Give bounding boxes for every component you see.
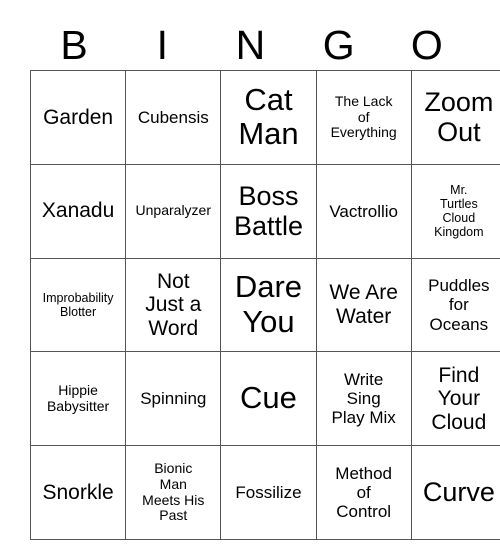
bingo-square[interactable]: Cubensis [125, 70, 222, 165]
bingo-square-label: Curve [422, 477, 495, 508]
bingo-square[interactable]: Zoom Out [410, 70, 500, 165]
bingo-row: Snorkle Bionic Man Meets His Past Fossiliz… [29, 445, 500, 540]
bingo-square[interactable]: Cat Man [220, 70, 317, 165]
bingo-square[interactable]: Unparalyzer [125, 163, 222, 259]
bingo-square-label: Snorkle [42, 480, 114, 504]
bingo-square[interactable]: Bionic Man Meets His Past [125, 445, 222, 540]
bingo-square[interactable]: Puddles for Oceans [410, 257, 500, 353]
bingo-square[interactable]: Curve [410, 445, 500, 540]
bingo-square-label: Improbability Blotter [42, 290, 114, 319]
bingo-header-letter-i: I [156, 21, 168, 68]
bingo-square[interactable]: Not Just a Word [125, 257, 222, 353]
bingo-square-label: Spinning [140, 389, 207, 409]
bingo-square-label: Cubensis [137, 107, 209, 127]
bingo-square[interactable]: The Lack of Everything [315, 70, 412, 165]
bingo-square-label: Mr. Turtles Cloud Kingdom [434, 183, 484, 240]
bingo-square-label: Dare You [234, 269, 303, 339]
bingo-header-letter-n: N [235, 21, 266, 68]
bingo-header-letter-g: G [322, 21, 355, 68]
bingo-row: Garden Cubensis Cat Man The Lack of Everyth… [29, 70, 500, 165]
bingo-square[interactable]: Cue [220, 351, 317, 447]
bingo-square[interactable]: We Are Water [315, 257, 412, 353]
bingo-square-label: Zoom Out [424, 87, 494, 148]
bingo-square[interactable]: Method of Control [315, 445, 412, 540]
bingo-square-label: Bionic Man Meets His Past [142, 460, 205, 524]
bingo-square-label: Not Just a Word [145, 269, 202, 340]
bingo-square-label: We Are Water [329, 281, 398, 328]
bingo-header: B I N G O [30, 20, 471, 70]
bingo-square-label: Cat Man [238, 81, 299, 152]
bingo-grid: Garden Cubensis Cat Man The Lack of Everyth… [29, 70, 500, 540]
bingo-square-label: Garden [43, 105, 114, 129]
bingo-header-letter-b: B [60, 21, 88, 68]
bingo-square-label: Boss Battle [233, 180, 303, 242]
bingo-square[interactable]: Write Sing Play Mix [315, 351, 412, 447]
bingo-square[interactable]: Garden [29, 70, 127, 165]
bingo-square[interactable]: Xanadu [29, 163, 127, 259]
bingo-row: Xanadu Unparalyzer Boss Battle Vactrollio Mr… [29, 163, 500, 259]
bingo-square-label: Fossilize [235, 483, 302, 503]
bingo-square-label: Puddles for Oceans [428, 276, 490, 334]
bingo-square[interactable]: Dare You [220, 257, 317, 353]
bingo-square[interactable]: Mr. Turtles Cloud Kingdom [410, 163, 500, 259]
bingo-square-label: The Lack of Everything [330, 92, 397, 141]
bingo-square-label: Xanadu [41, 199, 115, 223]
bingo-square-label: Unparalyzer [135, 202, 212, 219]
bingo-row: Improbability Blotter Not Just a Word Dare… [29, 257, 500, 353]
bingo-header-letter-o: O [410, 21, 443, 68]
bingo-square[interactable]: Fossilize [220, 445, 317, 540]
bingo-square-label: Find Your Cloud [431, 363, 487, 434]
bingo-square[interactable]: Spinning [125, 351, 222, 447]
bingo-square[interactable]: Boss Battle [220, 163, 317, 259]
bingo-square-label: Method of Control [335, 464, 392, 522]
bingo-square[interactable]: Find Your Cloud [410, 351, 500, 447]
bingo-square[interactable]: Snorkle [29, 445, 127, 540]
bingo-square[interactable]: Hippie Babysitter [29, 351, 127, 447]
bingo-square[interactable]: Vactrollio [315, 163, 412, 259]
bingo-card: B I N G O Garden Cubensis Cat Man The Lack … [29, 20, 500, 540]
bingo-row: Hippie Babysitter Spinning Cue Write Sing P… [29, 351, 500, 447]
bingo-square[interactable]: Improbability Blotter [29, 257, 127, 353]
bingo-square-label: Hippie Babysitter [46, 382, 110, 414]
bingo-square-label: Cue [240, 380, 297, 416]
bingo-square-label: Vactrollio [329, 201, 398, 221]
bingo-square-label: Write Sing Play Mix [331, 370, 396, 428]
